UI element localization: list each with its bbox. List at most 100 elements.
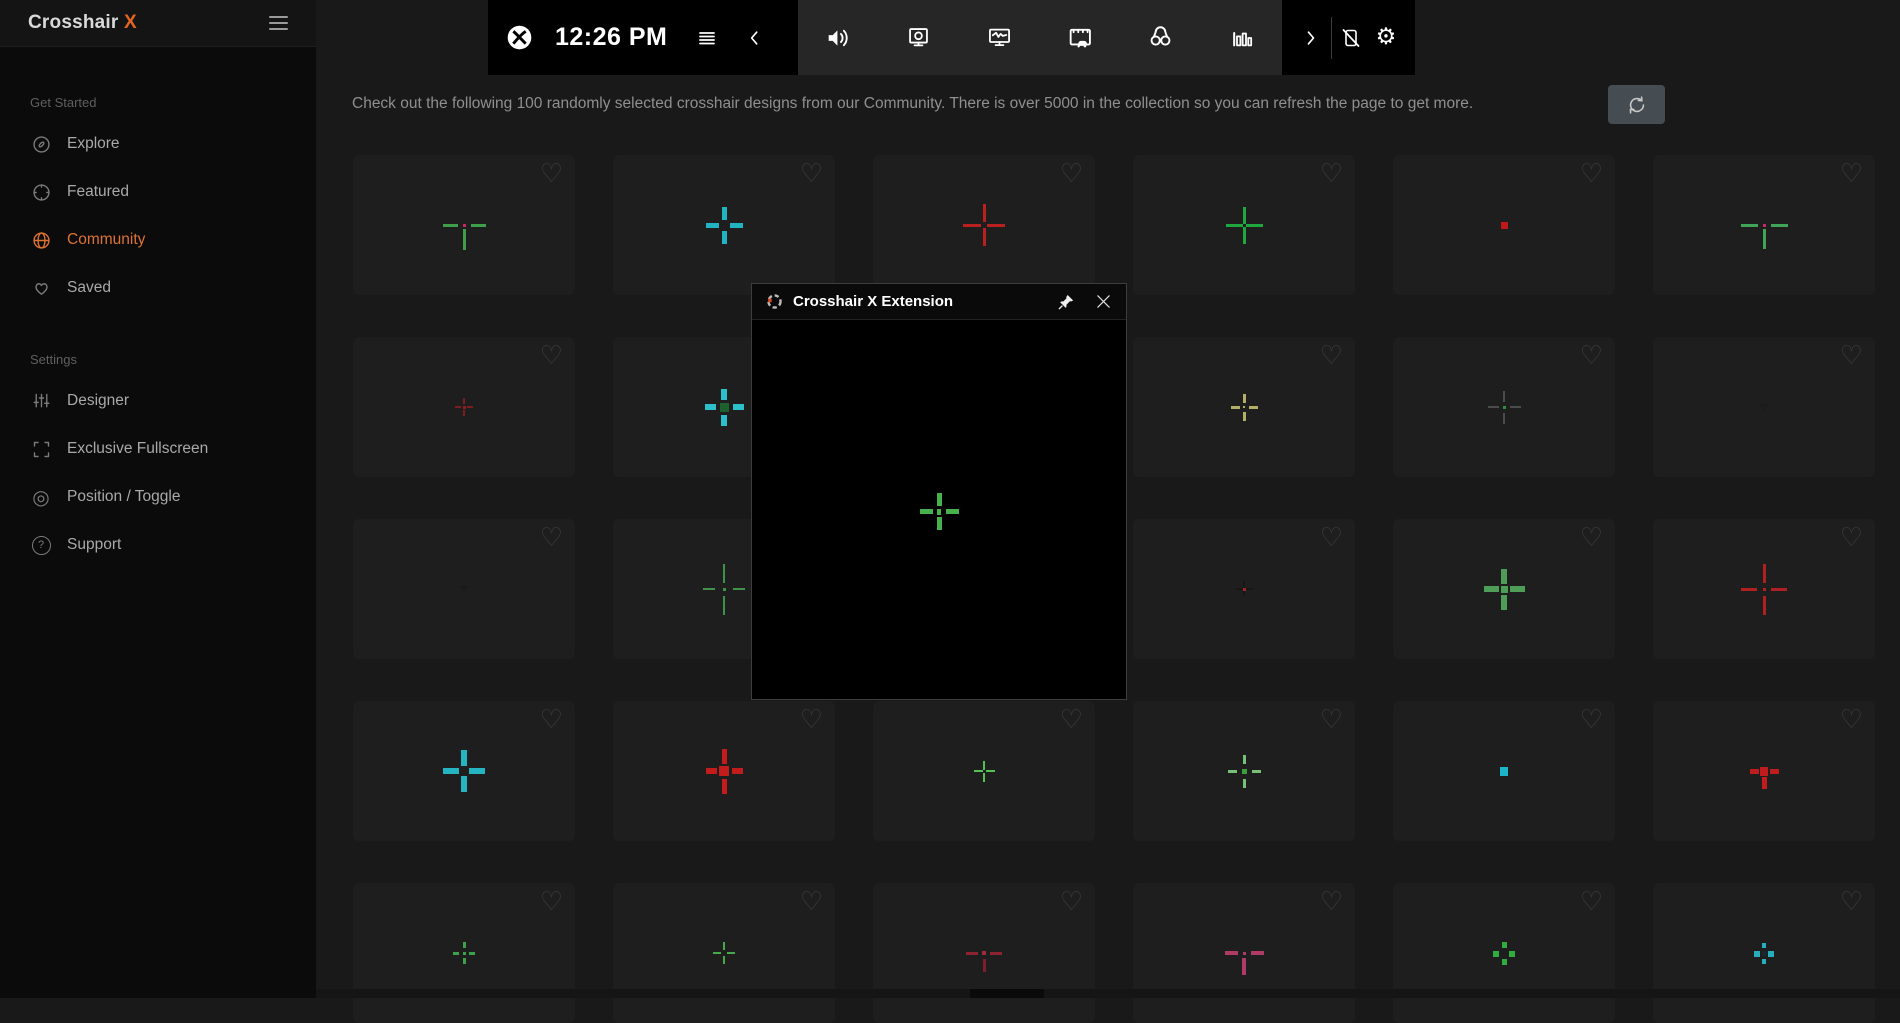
refresh-icon [1626,94,1648,116]
notifications-off-icon[interactable] [1336,23,1366,53]
favorite-heart-icon[interactable]: ♡ [1840,159,1863,189]
crosshair-card[interactable]: ♡ [353,155,575,295]
crosshair-card[interactable]: ♡ [1653,155,1875,295]
community-description: Check out the following 100 randomly sel… [352,95,1592,113]
crosshair-card[interactable]: ♡ [1133,883,1355,1023]
chevron-right-icon[interactable] [1296,23,1326,53]
scrollbar-thumb[interactable] [970,989,1044,998]
favorite-heart-icon[interactable]: ♡ [1580,341,1603,371]
widget-menu-icon[interactable] [695,26,719,50]
crosshair-card[interactable]: ♡ [873,701,1095,841]
sidebar-item-featured[interactable]: Featured [0,168,316,216]
horizontal-scrollbar[interactable] [316,989,1900,998]
favorite-heart-icon[interactable]: ♡ [1840,341,1863,371]
close-icon[interactable] [1095,293,1112,310]
favorite-heart-icon[interactable]: ♡ [1320,159,1343,189]
popup-titlebar[interactable]: Crosshair X Extension [752,284,1126,320]
clock-icon [30,181,52,203]
crosshair-card[interactable]: ♡ [353,337,575,477]
sidebar-item-label: Saved [67,279,111,297]
sidebar-item-support[interactable]: ?Support [0,521,316,569]
sidebar-item-label: Community [67,231,145,249]
popup-preview-area [752,320,1126,699]
crosshair-card[interactable]: ♡ [1133,519,1355,659]
settings-icon[interactable]: ⚙ [1371,23,1401,53]
crosshair-card[interactable]: ♡ [1653,883,1875,1023]
sidebar-item-saved[interactable]: Saved [0,264,316,312]
favorite-heart-icon[interactable]: ♡ [1580,887,1603,917]
crosshair-card[interactable]: ♡ [1133,701,1355,841]
sidebar-header: Crosshair X [0,0,316,47]
crosshair-card[interactable]: ♡ [1393,883,1615,1023]
crosshair-card[interactable]: ♡ [1393,155,1615,295]
crosshair-card[interactable]: ♡ [613,883,835,1023]
crosshair-card[interactable]: ♡ [1133,337,1355,477]
logo-accent: X [124,12,137,33]
favorite-heart-icon[interactable]: ♡ [540,887,563,917]
favorite-heart-icon[interactable]: ♡ [540,341,563,371]
refresh-button[interactable] [1608,85,1665,124]
pin-icon[interactable] [1057,293,1075,311]
chevron-left-icon[interactable] [745,28,765,48]
sidebar-item-designer[interactable]: Designer [0,377,316,425]
app-logo: Crosshair X [28,12,137,34]
crosshair-card[interactable]: ♡ [613,701,835,841]
favorite-heart-icon[interactable]: ♡ [1060,159,1083,189]
crosshair-card[interactable]: ♡ [1653,337,1875,477]
crosshair-card[interactable]: ♡ [1393,701,1615,841]
favorite-heart-icon[interactable]: ♡ [1320,523,1343,553]
crosshair-card[interactable]: ♡ [1653,519,1875,659]
favorite-heart-icon[interactable]: ♡ [540,159,563,189]
favorite-heart-icon[interactable]: ♡ [1320,887,1343,917]
favorite-heart-icon[interactable]: ♡ [800,705,823,735]
favorite-heart-icon[interactable]: ♡ [1840,887,1863,917]
favorite-heart-icon[interactable]: ♡ [1060,887,1083,917]
crosshair-card[interactable]: ♡ [873,883,1095,1023]
sidebar-item-position-toggle[interactable]: ◎Position / Toggle [0,473,316,521]
favorite-heart-icon[interactable]: ♡ [1840,523,1863,553]
performance-icon[interactable] [985,23,1015,53]
sidebar-item-community[interactable]: Community [0,216,316,264]
favorite-heart-icon[interactable]: ♡ [540,523,563,553]
crosshair-card[interactable]: ♡ [353,883,575,1023]
xbox-game-bar: 12:26 PM ⚙ [488,0,1415,75]
crosshair-card[interactable]: ♡ [1393,519,1615,659]
crosshair-card[interactable]: ♡ [873,155,1095,295]
capture-icon[interactable] [904,23,934,53]
sliders-icon [30,390,52,412]
fullscreen-icon [30,438,52,460]
sidebar-item-explore[interactable]: Explore [0,120,316,168]
crosshair-card[interactable]: ♡ [1133,155,1355,295]
resources-icon[interactable] [1227,23,1257,53]
favorite-heart-icon[interactable]: ♡ [540,705,563,735]
favorite-heart-icon[interactable]: ♡ [1060,705,1083,735]
crosshair-card[interactable]: ♡ [353,519,575,659]
favorite-heart-icon[interactable]: ♡ [1320,341,1343,371]
crosshairx-logo-icon [766,293,783,310]
globe-icon [30,229,52,251]
sidebar-item-label: Featured [67,183,129,201]
crosshair-card[interactable]: ♡ [353,701,575,841]
audio-icon[interactable] [823,23,853,53]
gallery-icon[interactable] [1065,23,1095,53]
sidebar-item-label: Position / Toggle [67,488,180,506]
favorite-heart-icon[interactable]: ♡ [1320,705,1343,735]
favorite-heart-icon[interactable]: ♡ [800,159,823,189]
xbox-logo-icon[interactable] [506,24,533,51]
crosshair-card[interactable]: ♡ [1393,337,1615,477]
looking-for-group-icon[interactable] [1146,23,1176,53]
sidebar-nav: Get Started Explore Featured Community Saved… [0,47,316,569]
help-icon: ? [30,534,52,556]
favorite-heart-icon[interactable]: ♡ [1580,705,1603,735]
game-bar-settings-segment: ⚙ [1282,0,1415,75]
sidebar-item-exclusive-fullscreen[interactable]: Exclusive Fullscreen [0,425,316,473]
hamburger-menu-icon[interactable] [269,16,288,30]
popup-title: Crosshair X Extension [793,293,953,310]
favorite-heart-icon[interactable]: ♡ [1840,705,1863,735]
favorite-heart-icon[interactable]: ♡ [1580,159,1603,189]
favorite-heart-icon[interactable]: ♡ [800,887,823,917]
section-label: Get Started [30,95,316,110]
crosshair-card[interactable]: ♡ [613,155,835,295]
favorite-heart-icon[interactable]: ♡ [1580,523,1603,553]
crosshair-card[interactable]: ♡ [1653,701,1875,841]
